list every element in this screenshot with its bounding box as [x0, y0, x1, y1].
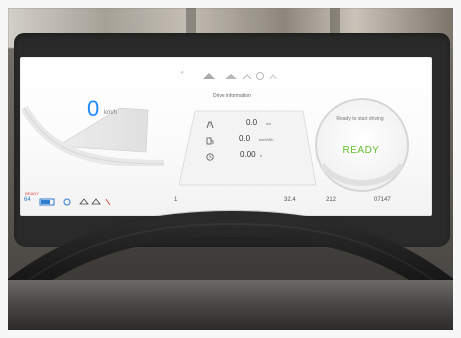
- drive-time-unit: h: [260, 153, 263, 158]
- speed-value: 0: [87, 96, 100, 121]
- dashboard-lower: [8, 280, 453, 330]
- status-left-label: READY: [25, 191, 39, 196]
- road-icon: [206, 121, 214, 129]
- drive-metric-row: 0.00 h: [179, 150, 319, 164]
- trip-distance-value: 0.0: [246, 118, 258, 127]
- fuel-efficiency-icon: [206, 137, 214, 145]
- trip-distance-unit: km: [266, 121, 272, 126]
- bottom-status-bar: READY 64 1 32.4 212 07147: [24, 191, 434, 213]
- odometer-b: 07147: [374, 197, 391, 203]
- drive-metric-row: 0.0 km: [179, 118, 319, 132]
- drive-metric-row: 0.0 km/kWh: [179, 134, 319, 148]
- right-dial-graphic: [315, 98, 409, 192]
- drive-time-value: 0.00: [240, 150, 256, 159]
- status-icons: [63, 198, 111, 206]
- status-left-value: 64: [24, 197, 31, 203]
- ready-indicator: READY: [342, 145, 380, 156]
- odometer-a: 32.4: [284, 197, 296, 203]
- efficiency-value: 0.0: [239, 134, 251, 143]
- photo-scene: 0 km/h P Drive information 0.0 km 0.0 km…: [0, 0, 461, 338]
- battery-icon: [39, 198, 55, 206]
- range-value: 212: [326, 197, 337, 203]
- clock-icon: [206, 153, 214, 161]
- status-mid-value: 1: [174, 197, 178, 203]
- top-icons-strip: [203, 72, 277, 80]
- efficiency-unit: km/kWh: [259, 137, 274, 142]
- speed-unit: km/h: [104, 110, 118, 116]
- top-status-icons: P: [181, 70, 281, 82]
- ready-message: Ready to start driving: [336, 116, 384, 122]
